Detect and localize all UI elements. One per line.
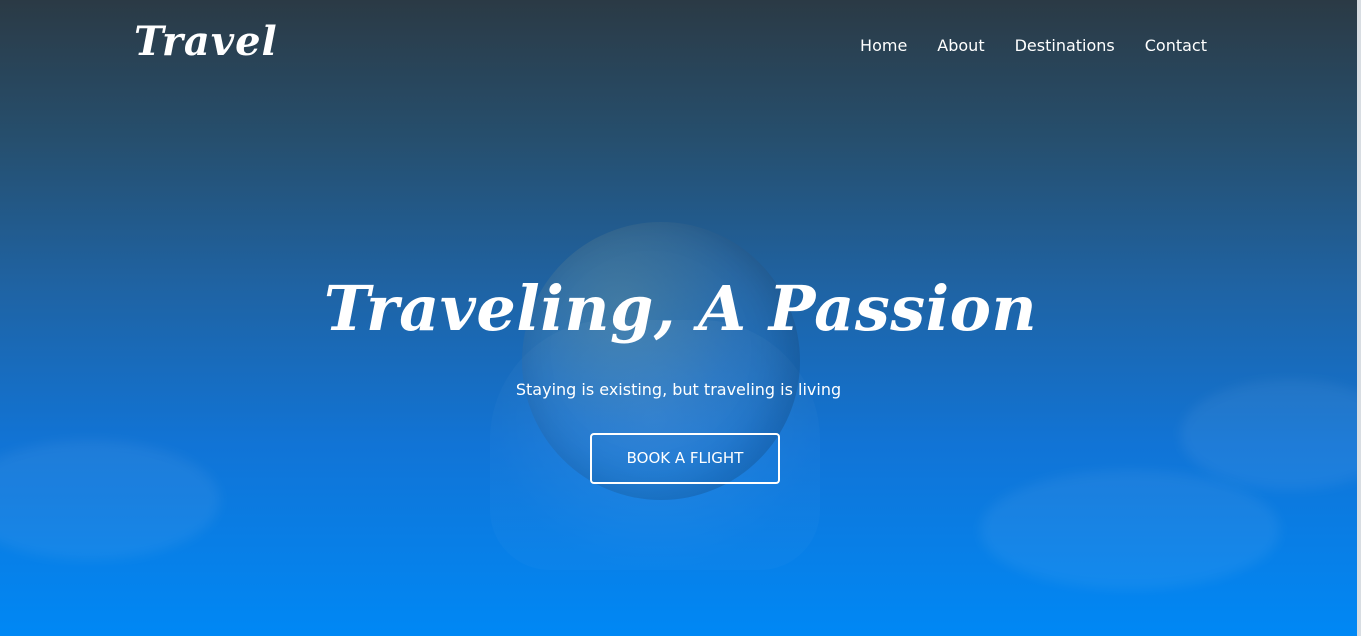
background-cloud xyxy=(980,470,1280,590)
nav-about-link[interactable]: About xyxy=(937,34,984,58)
hero-subtitle: Staying is existing, but traveling is li… xyxy=(515,380,842,399)
hero-title: Traveling, A Passion xyxy=(323,272,1038,345)
scrollbar[interactable] xyxy=(1357,0,1361,636)
background-cloud xyxy=(0,440,220,560)
nav-contact-link[interactable]: Contact xyxy=(1145,34,1207,58)
book-flight-button[interactable]: BOOK A FLIGHT xyxy=(590,433,780,484)
logo[interactable]: Travel xyxy=(134,18,278,66)
main-nav: Home About Destinations Contact xyxy=(860,34,1207,58)
hero-page: Travel Home About Destinations Contact T… xyxy=(0,0,1361,636)
nav-home-link[interactable]: Home xyxy=(860,34,907,58)
nav-destinations-link[interactable]: Destinations xyxy=(1015,34,1115,58)
